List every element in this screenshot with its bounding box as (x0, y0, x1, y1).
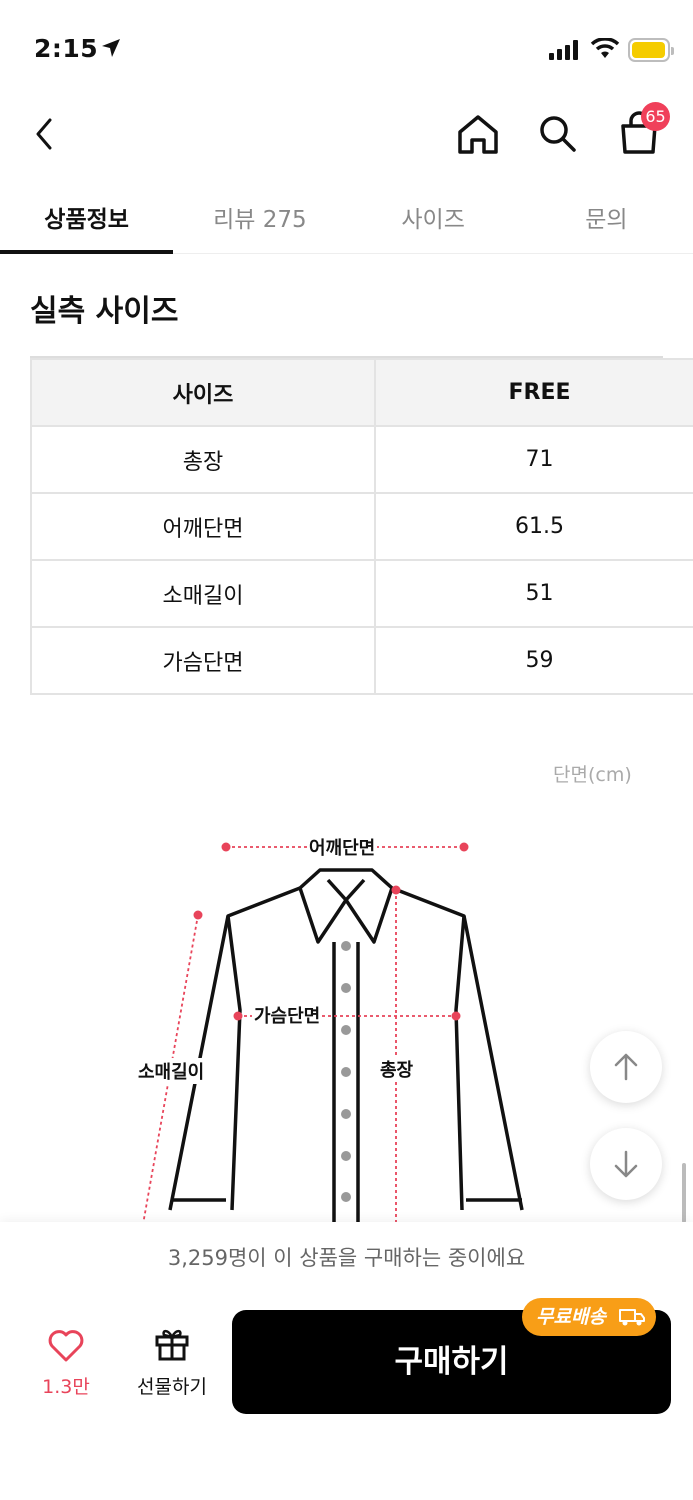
location-arrow-icon (102, 39, 120, 57)
top-navigation: 65 (0, 100, 693, 170)
free-shipping-badge: 무료배송 (522, 1298, 656, 1336)
purchase-notice: 3,259명이 이 상품을 구매하는 중이에요 (167, 1246, 526, 1270)
table-cell-value: 51 (374, 559, 693, 628)
like-button[interactable]: 1.3만 (30, 1330, 102, 1399)
product-tabs: 상품정보 리뷰 275 사이즈 문의 (0, 178, 693, 254)
purchase-bar: 3,259명이 이 상품을 구매하는 중이에요 1.3만 선물하기 구매하기 무… (0, 1222, 693, 1500)
arrow-up-icon (614, 1053, 638, 1081)
free-shipping-label: 무료배송 (536, 1306, 606, 1328)
cart-count-badge: 65 (641, 102, 670, 131)
table-cell-value: 61.5 (374, 492, 693, 561)
table-row: 어깨단면 61.5 (30, 492, 693, 561)
table-cell-label: 어깨단면 (30, 492, 376, 561)
gift-button[interactable]: 선물하기 (130, 1326, 214, 1399)
table-cell-label: 가슴단면 (30, 626, 376, 695)
heart-icon (48, 1330, 84, 1362)
tab-inquiry[interactable]: 문의 (520, 178, 693, 253)
tab-product-info[interactable]: 상품정보 (0, 178, 174, 254)
status-bar: 2:15 (0, 0, 693, 100)
scrollbar[interactable] (682, 1163, 686, 1223)
tab-reviews[interactable]: 리뷰 275 (173, 178, 346, 253)
scroll-up-button[interactable] (590, 1031, 662, 1103)
table-cell-value: 71 (374, 425, 693, 494)
wifi-icon (590, 38, 620, 58)
scroll-down-button[interactable] (590, 1128, 662, 1200)
tab-size[interactable]: 사이즈 (347, 178, 520, 253)
table-row: 가슴단면 59 (30, 626, 693, 695)
table-cell-label: 총장 (30, 425, 376, 494)
gift-label: 선물하기 (137, 1376, 207, 1398)
battery-icon (628, 38, 674, 62)
length-label: 총장 (378, 1056, 416, 1082)
table-row: 소매길이 51 (30, 559, 693, 628)
gift-icon (155, 1329, 189, 1361)
sleeve-label: 소매길이 (136, 1058, 207, 1084)
table-cell-label: 소매길이 (30, 559, 376, 628)
table-header-cell: 사이즈 (30, 358, 376, 427)
chest-label: 가슴단면 (252, 1002, 323, 1028)
arrow-down-icon (614, 1150, 638, 1178)
status-time: 2:15 (34, 34, 99, 63)
section-title: 실측 사이즈 (30, 294, 179, 329)
shoulder-label: 어깨단면 (307, 834, 378, 860)
truck-icon (619, 1309, 645, 1326)
table-cell-value: 59 (374, 626, 693, 695)
table-header-cell: FREE (374, 358, 693, 427)
table-row: 총장 71 (30, 425, 693, 494)
like-count: 1.3만 (42, 1376, 90, 1398)
size-table: 사이즈 FREE 총장 71 어깨단면 61.5 소매길이 51 가슴단면 59 (30, 358, 693, 695)
home-icon[interactable] (456, 112, 500, 156)
cellular-signal-icon (549, 40, 578, 60)
search-icon[interactable] (538, 114, 578, 154)
table-header-row: 사이즈 FREE (30, 358, 693, 427)
back-icon[interactable] (30, 114, 60, 154)
unit-note: 단면(cm) (553, 764, 632, 786)
